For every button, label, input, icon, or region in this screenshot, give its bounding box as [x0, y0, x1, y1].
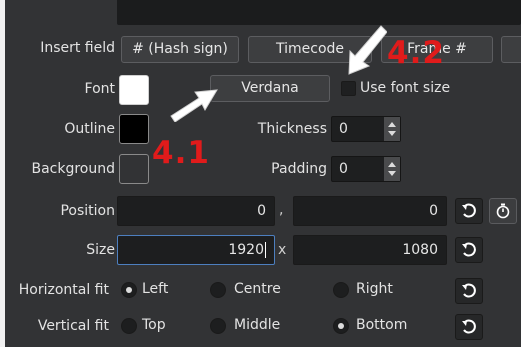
vertical-fit-middle-label: Middle — [234, 317, 281, 333]
position-x-field[interactable]: 0 — [117, 196, 275, 226]
reset-icon — [462, 242, 476, 257]
position-reset-button[interactable] — [455, 198, 483, 224]
background-label: Background — [31, 161, 115, 177]
size-width-field[interactable]: 1920 — [117, 235, 275, 265]
position-separator: , — [279, 202, 284, 218]
insert-more-button[interactable] — [501, 36, 521, 63]
vertical-fit-bottom-radio[interactable] — [333, 318, 349, 334]
padding-label: Padding — [271, 161, 327, 177]
arrow-icon — [170, 89, 218, 122]
annotation-label-4-1: 4.1 — [152, 135, 210, 171]
use-font-size-label: Use font size — [360, 80, 451, 96]
padding-stepper[interactable] — [384, 157, 400, 181]
size-width-value: 1920 — [228, 242, 264, 258]
size-label: Size — [86, 242, 115, 258]
padding-spinbox[interactable]: 0 — [331, 156, 401, 182]
thickness-label: Thickness — [257, 121, 327, 137]
text-properties-panel: Insert field # (Hash sign) Timecode Fram… — [5, 0, 521, 347]
outline-color-swatch[interactable] — [119, 114, 149, 144]
insert-hash-button[interactable]: # (Hash sign) — [121, 36, 239, 63]
horizontal-fit-centre-label: Centre — [234, 281, 281, 297]
arrow-icon — [348, 25, 387, 75]
position-keyframe-button[interactable] — [489, 198, 517, 224]
vertical-fit-bottom-label: Bottom — [356, 317, 408, 333]
padding-value: 0 — [339, 161, 348, 177]
thickness-stepper[interactable] — [384, 117, 400, 141]
thickness-value: 0 — [339, 121, 348, 137]
reset-icon — [462, 283, 476, 298]
text-caret — [265, 242, 266, 258]
vertical-fit-top-label: Top — [142, 317, 166, 333]
vertical-fit-middle-radio[interactable] — [210, 318, 226, 334]
reset-icon — [462, 319, 476, 334]
position-y-field[interactable]: 0 — [293, 196, 447, 226]
top-input-strip — [117, 0, 521, 25]
size-reset-button[interactable] — [455, 237, 483, 263]
horizontal-fit-left-radio[interactable] — [121, 282, 137, 298]
vertical-fit-reset-button[interactable] — [455, 314, 483, 340]
horizontal-fit-left-label: Left — [142, 281, 169, 297]
horizontal-fit-centre-radio[interactable] — [210, 282, 226, 298]
horizontal-fit-right-radio[interactable] — [333, 282, 349, 298]
font-label: Font — [84, 81, 115, 97]
timer-icon — [496, 203, 510, 219]
horizontal-fit-reset-button[interactable] — [455, 278, 483, 304]
use-font-size-checkbox[interactable] — [341, 81, 356, 96]
insert-field-label: Insert field — [40, 40, 115, 56]
horizontal-fit-right-label: Right — [356, 281, 393, 297]
annotation-label-4-2: 4.2 — [387, 35, 445, 71]
thickness-spinbox[interactable]: 0 — [331, 116, 401, 142]
font-color-swatch[interactable] — [119, 75, 149, 105]
vertical-fit-label: Vertical fit — [37, 318, 109, 334]
vertical-fit-top-radio[interactable] — [121, 318, 137, 334]
font-family-button[interactable]: Verdana — [210, 75, 330, 102]
outline-label: Outline — [64, 121, 115, 137]
horizontal-fit-label: Horizontal fit — [18, 282, 109, 298]
reset-icon — [462, 203, 476, 218]
position-label: Position — [60, 203, 115, 219]
size-height-field[interactable]: 1080 — [293, 235, 447, 265]
size-separator: x — [278, 242, 287, 258]
background-color-swatch[interactable] — [119, 154, 149, 184]
